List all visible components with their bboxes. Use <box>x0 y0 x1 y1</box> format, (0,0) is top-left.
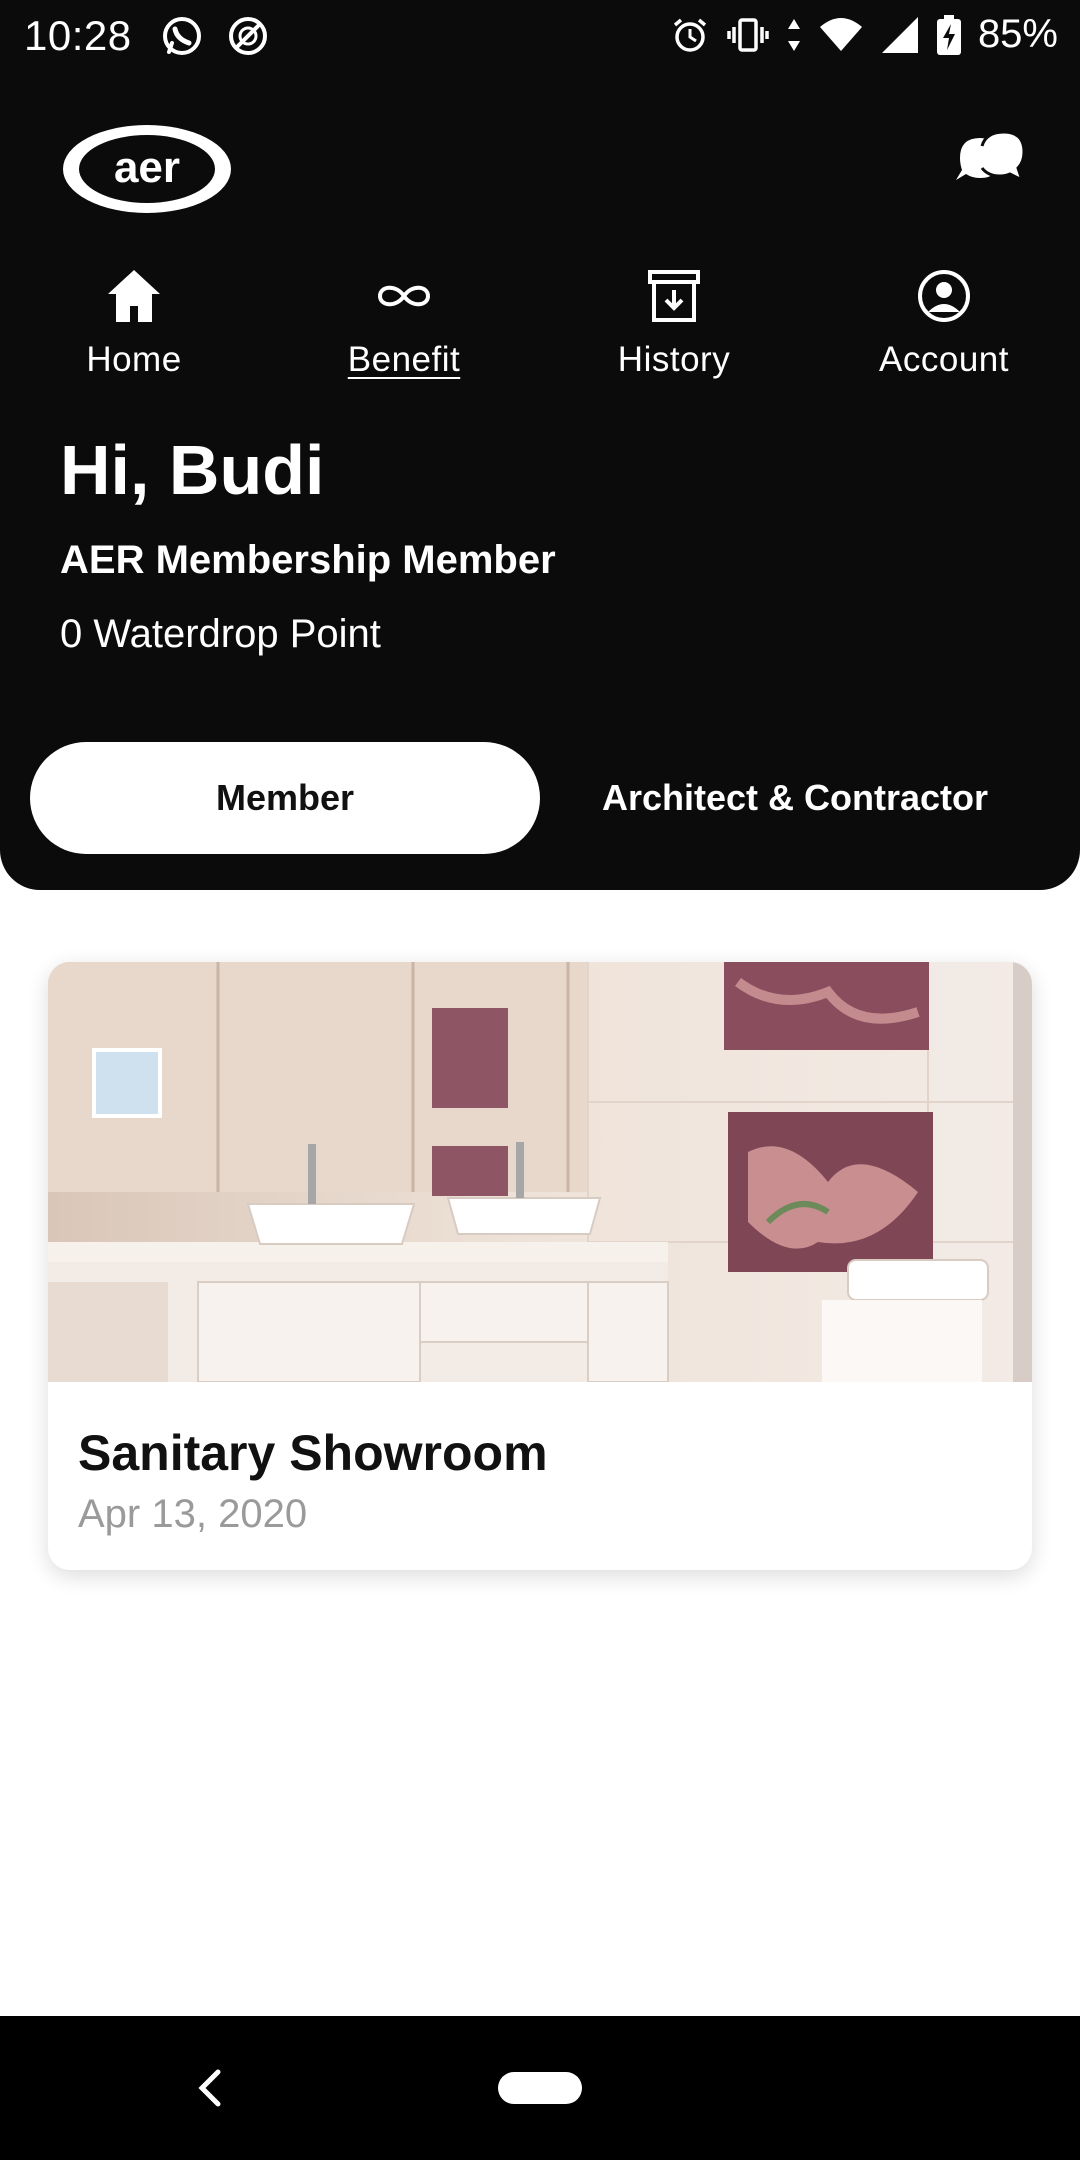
aer-logo: aer <box>63 125 231 213</box>
tab-architect-contractor[interactable]: Architect & Contractor <box>560 742 1030 854</box>
tab-member[interactable]: Member <box>30 742 540 854</box>
logo-text: aer <box>114 143 180 192</box>
system-nav-bar <box>0 2016 1080 2160</box>
status-left-icons <box>160 14 270 58</box>
archive-download-icon <box>648 270 700 322</box>
whatsapp-icon <box>163 17 201 55</box>
main-nav: Home Benefit History Account <box>0 266 1080 396</box>
screen: 10:28 85% aer Home Benefit History Accou… <box>0 0 1080 2160</box>
nav-account[interactable]: Account <box>834 266 1054 380</box>
battery-charging-icon <box>936 14 961 55</box>
account-circle-icon <box>918 270 970 322</box>
card-title: Sanitary Showroom <box>78 1425 548 1481</box>
benefit-card[interactable]: Sanitary Showroom Apr 13, 2020 <box>48 962 1032 1570</box>
no-disturb-icon <box>229 17 267 55</box>
nav-home[interactable]: Home <box>24 266 244 380</box>
status-right: 85% <box>670 12 1058 57</box>
header-panel: 10:28 85% aer Home Benefit History Accou… <box>0 0 1080 890</box>
nav-history[interactable]: History <box>564 266 784 380</box>
wifi-icon <box>819 17 862 51</box>
home-icon <box>108 270 160 322</box>
waterdrop-points: 0 Waterdrop Point <box>60 612 381 656</box>
nav-history-label: History <box>617 340 731 379</box>
battery-percent: 85% <box>977 12 1058 56</box>
alarm-icon <box>673 18 707 52</box>
nav-home-label: Home <box>86 340 182 379</box>
data-icon <box>787 18 800 51</box>
nav-benefit-label: Benefit <box>347 340 461 379</box>
greeting: Hi, Budi <box>60 431 325 509</box>
home-pill-button[interactable] <box>498 2072 582 2104</box>
membership-level: AER Membership Member <box>60 538 556 582</box>
vibrate-icon <box>727 17 769 52</box>
chat-bubbles-icon[interactable] <box>952 128 1028 204</box>
bathroom-showroom-photo <box>48 962 1032 1382</box>
status-bar: 10:28 85% <box>0 0 1080 72</box>
card-date: Apr 13, 2020 <box>78 1492 308 1536</box>
nav-account-label: Account <box>879 340 1009 379</box>
back-icon[interactable] <box>190 2064 230 2112</box>
status-time: 10:28 <box>24 12 132 59</box>
infinity-icon <box>377 285 431 307</box>
nav-benefit[interactable]: Benefit <box>294 266 514 380</box>
signal-icon <box>881 16 918 53</box>
